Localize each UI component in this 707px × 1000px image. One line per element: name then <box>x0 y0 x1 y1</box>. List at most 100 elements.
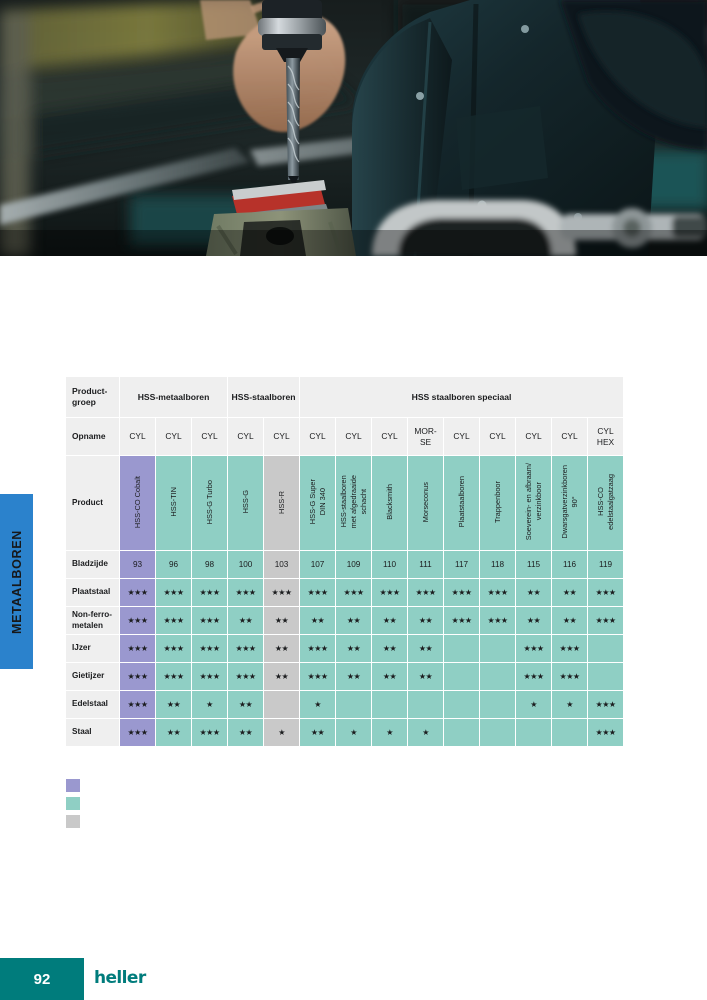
data-cell: ★ <box>299 690 337 719</box>
data-cell: ★★ <box>407 662 445 691</box>
data-cell <box>515 718 553 747</box>
data-cell <box>587 634 625 663</box>
data-cell: 98 <box>190 550 229 579</box>
product-label: HSS-CO Cobalt <box>132 475 142 529</box>
data-cell: ★ <box>407 718 445 747</box>
data-cell: ★★ <box>155 690 192 719</box>
data-cell <box>479 718 517 747</box>
legend-swatch-teal <box>66 797 80 810</box>
data-cell: ★ <box>551 690 589 719</box>
data-cell: 109 <box>335 550 373 579</box>
product-label: HSS-G <box>240 490 250 514</box>
opname-cell: CYL <box>479 417 517 456</box>
row-label: Plaatstaal <box>65 578 120 607</box>
product-label: Plaatstaalboren <box>456 476 466 528</box>
data-cell: ★★ <box>407 634 445 663</box>
data-cell: ★★ <box>155 718 192 747</box>
product-cell: HSS-TIN <box>155 455 192 551</box>
data-cell: 116 <box>551 550 589 579</box>
header-opname: Opname <box>65 417 120 456</box>
data-cell: ★ <box>190 690 229 719</box>
opname-cell: MOR- SE <box>407 417 445 456</box>
data-cell: ★★★ <box>155 606 192 635</box>
data-cell: ★★★ <box>551 662 589 691</box>
row-label: Bladzijde <box>65 550 120 579</box>
data-cell <box>479 634 517 663</box>
opname-cell: CYL <box>155 417 192 456</box>
data-cell: ★★★ <box>587 690 625 719</box>
product-cell: Blacksmith <box>371 455 409 551</box>
page-number-box: 92 <box>0 958 84 1000</box>
opname-cell: CYL <box>371 417 409 456</box>
data-cell: ★★ <box>371 634 409 663</box>
product-label: Soeverein- en afbraam/ verzinkboor <box>523 463 543 541</box>
product-label: HSS-R <box>276 490 286 514</box>
data-cell: 110 <box>371 550 409 579</box>
product-cell: Trappenboor <box>479 455 517 551</box>
opname-cell: CYL <box>551 417 589 456</box>
product-cell: HSS-R <box>263 455 301 551</box>
opname-cell: CYL <box>190 417 229 456</box>
data-cell: ★★ <box>515 578 553 607</box>
data-cell <box>263 690 301 719</box>
opname-cell: CYL <box>335 417 373 456</box>
data-cell: ★★★ <box>190 634 229 663</box>
table-row: Staal ★★★ ★★ ★★★ ★★ ★ ★★ ★ ★ ★ ★★★ <box>65 718 625 747</box>
data-cell: ★★★ <box>190 662 229 691</box>
data-cell: ★★★ <box>227 634 265 663</box>
data-cell: ★★★ <box>119 662 156 691</box>
data-cell: ★★★ <box>299 578 337 607</box>
row-label: Staal <box>65 718 120 747</box>
data-cell: ★ <box>515 690 553 719</box>
hero-photo <box>0 0 707 256</box>
product-cell: Dwarsgatverzinkboren 90° <box>551 455 589 551</box>
data-cell: ★★★ <box>515 662 553 691</box>
sidebar-item-metaalboren[interactable]: METAALBOREN <box>0 494 33 669</box>
data-cell: ★★★ <box>443 578 481 607</box>
header-product: Product <box>65 455 120 551</box>
opname-cell: CYL <box>119 417 156 456</box>
product-cell: HSS-CO Cobalt <box>119 455 156 551</box>
product-matrix-table: Product- groep HSS-metaalboren HSS-staal… <box>65 376 625 747</box>
product-label: Morseconus <box>420 481 430 523</box>
group-hss-staalboren-speciaal: HSS staalboren speciaal <box>299 376 625 418</box>
product-label: HSS-G Turbo <box>204 479 214 525</box>
data-cell: ★ <box>371 718 409 747</box>
group-hss-staalboren: HSS-staalboren <box>227 376 301 418</box>
opname-cell: CYL <box>443 417 481 456</box>
data-cell: ★ <box>335 718 373 747</box>
product-cell: Plaatstaalboren <box>443 455 481 551</box>
data-cell: ★ <box>263 718 301 747</box>
data-cell: ★★ <box>551 606 589 635</box>
data-cell: 103 <box>263 550 301 579</box>
data-cell: ★★★ <box>119 690 156 719</box>
data-cell: ★★★ <box>227 662 265 691</box>
product-cell: HSS-CO edelstaalgatzaag <box>587 455 625 551</box>
data-cell <box>443 634 481 663</box>
product-cell: Morseconus <box>407 455 445 551</box>
data-cell <box>443 662 481 691</box>
product-label: HSS-G Super DIN 340 <box>307 479 327 525</box>
data-cell: 93 <box>119 550 156 579</box>
opname-cell: CYL <box>263 417 301 456</box>
table-row: IJzer ★★★ ★★★ ★★★ ★★★ ★★ ★★★ ★★ ★★ ★★ ★★… <box>65 634 625 663</box>
data-cell: ★★★ <box>263 578 301 607</box>
opname-row: Opname CYL CYL CYL CYL CYL CYL CYL CYL M… <box>65 417 625 456</box>
data-cell: ★★★ <box>299 634 337 663</box>
data-cell: ★★★ <box>155 578 192 607</box>
row-label: Non-ferro- metalen <box>65 606 120 635</box>
data-cell: ★★ <box>227 718 265 747</box>
data-cell: 119 <box>587 550 625 579</box>
data-cell: 111 <box>407 550 445 579</box>
data-cell <box>443 690 481 719</box>
data-cell: ★★★ <box>443 606 481 635</box>
brand-logo: heller <box>94 968 146 988</box>
data-cell: ★★ <box>263 662 301 691</box>
header-productgroep: Product- groep <box>65 376 120 418</box>
legend <box>66 779 80 833</box>
data-cell: ★★★ <box>119 718 156 747</box>
data-cell: ★★ <box>371 606 409 635</box>
data-cell: ★★ <box>263 634 301 663</box>
data-cell: ★★ <box>335 662 373 691</box>
matrix: Product- groep HSS-metaalboren HSS-staal… <box>65 376 625 747</box>
